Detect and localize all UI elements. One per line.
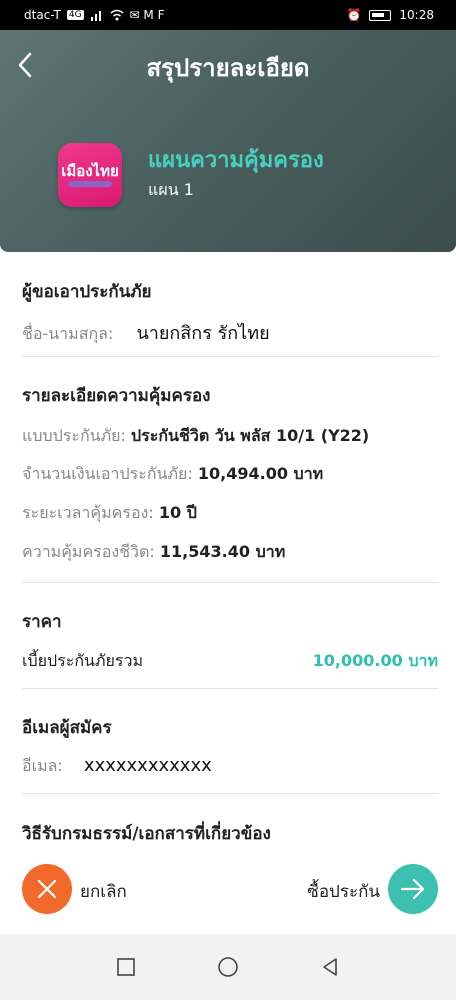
coverage-value: 10 ปี: [158, 503, 197, 522]
email-row: อีเมล: xxxxxxxxxxxx: [22, 754, 438, 779]
home-icon: [218, 957, 238, 977]
applicant-name-value: นายกสิกร รักไทย: [136, 323, 270, 344]
arrow-right-icon: [400, 878, 425, 900]
coverage-label: ความคุ้มครองชีวิต:: [22, 542, 155, 561]
divider: [22, 688, 438, 689]
plan-name: แผนความคุ้มครอง: [148, 148, 324, 173]
coverage-row: จำนวนเงินเอาประกันภัย: 10,494.00 บาท: [22, 462, 438, 487]
wifi-icon: [110, 9, 124, 21]
system-nav-bar: [0, 934, 456, 1000]
battery-icon: [369, 9, 392, 21]
buy-button[interactable]: [388, 864, 438, 914]
cancel-button[interactable]: [22, 864, 72, 914]
coverage-label: จำนวนเงินเอาประกันภัย:: [22, 464, 193, 483]
logo-text: เมืองไทย: [61, 162, 119, 180]
clock: 10:28: [399, 8, 434, 22]
recent-apps-icon: [117, 958, 135, 976]
coverage-label: แบบประกันภัย:: [22, 426, 126, 445]
close-icon: [37, 879, 57, 899]
divider: [22, 582, 438, 583]
coverage-row: ความคุ้มครองชีวิต: 11,543.40 บาท: [22, 540, 438, 565]
premium-value: 10,000.00 บาท: [312, 651, 438, 670]
coverage-value: ประกันชีวิต วัน พลัส 10/1 (Y22): [131, 426, 370, 445]
plan-subtitle: แผน 1: [148, 180, 194, 199]
status-right: ⏰ 10:28: [346, 8, 434, 22]
status-left: dtac-T 4G ✉ M F: [24, 8, 165, 22]
status-bar: dtac-T 4G ✉ M F ⏰ 10:28: [0, 0, 456, 30]
coverage-label: ระยะเวลาคุ้มครอง:: [22, 503, 154, 522]
buy-label[interactable]: ซื้อประกัน: [307, 878, 380, 905]
price-section-title: ราคา: [22, 612, 62, 632]
logo-underline: [68, 181, 112, 187]
network-badge: 4G: [66, 10, 84, 20]
coverage-row: ระยะเวลาคุ้มครอง: 10 ปี: [22, 501, 438, 526]
back-icon: [323, 958, 337, 976]
home-button[interactable]: [216, 955, 240, 979]
email-label: อีเมล:: [22, 756, 63, 775]
nav-back-button[interactable]: [318, 955, 342, 979]
insurer-logo: เมืองไทย: [58, 143, 122, 207]
recent-apps-button[interactable]: [114, 955, 138, 979]
applicant-name-row: ชื่อ-นามสกุล: นายกสิกร รักไทย: [22, 318, 438, 347]
alarm-icon: ⏰: [346, 8, 362, 22]
summary-header: สรุปรายละเอียด เมืองไทย แผนความคุ้มครอง …: [0, 30, 456, 252]
coverage-section-title: รายละเอียดความคุ้มครอง: [22, 386, 211, 406]
carrier-label: dtac-T: [24, 8, 61, 22]
divider: [22, 356, 438, 357]
mail-icon: ✉ M F: [129, 8, 165, 22]
cancel-label[interactable]: ยกเลิก: [80, 878, 127, 905]
coverage-value: 11,543.40 บาท: [159, 542, 286, 561]
divider: [22, 793, 438, 794]
email-section-title: อีเมลผู้สมัคร: [22, 718, 112, 738]
page-title: สรุปรายละเอียด: [146, 54, 310, 82]
coverage-value: 10,494.00 บาท: [197, 464, 324, 483]
email-value: xxxxxxxxxxxx: [83, 755, 212, 776]
action-bar: ยกเลิก ซื้อประกัน: [0, 856, 456, 926]
applicant-name-label: ชื่อ-นามสกุล:: [22, 324, 114, 343]
applicant-section-title: ผู้ขอเอาประกันภัย: [22, 282, 152, 302]
documents-section-title: วิธีรับกรมธรรม์/เอกสารที่เกี่ยวข้อง: [22, 824, 271, 844]
signal-icon: [90, 11, 101, 21]
premium-label: เบี้ยประกันภัยรวม: [22, 651, 144, 670]
coverage-row: แบบประกันภัย: ประกันชีวิต วัน พลัส 10/1 …: [22, 424, 438, 449]
